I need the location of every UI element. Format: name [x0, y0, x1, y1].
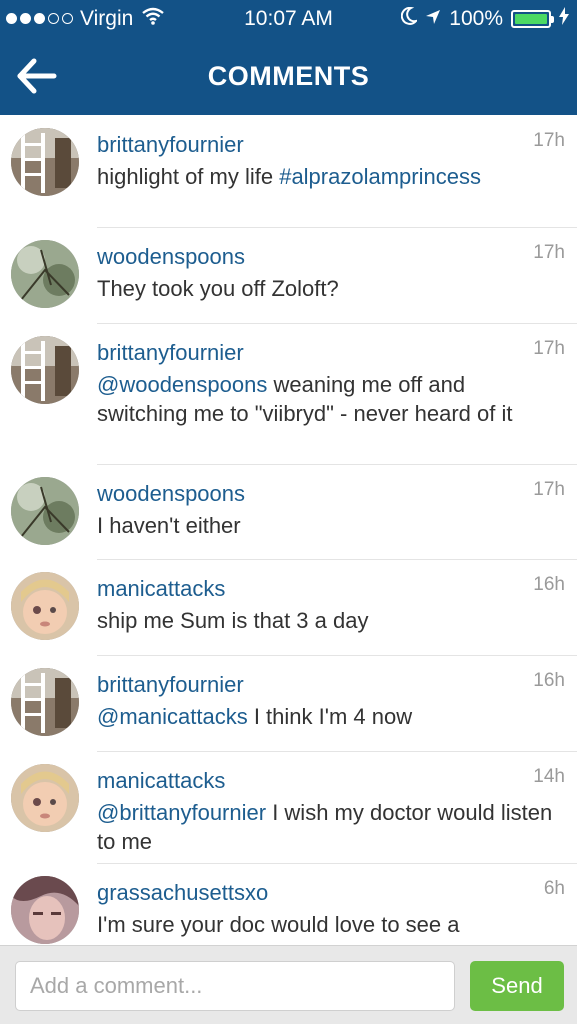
comment-text: highlight of my life #alprazolamprincess: [97, 162, 563, 191]
avatar-manicattacks[interactable]: [11, 572, 79, 640]
comment-time: 17h: [533, 130, 565, 151]
comment-username[interactable]: manicattacks: [97, 575, 563, 603]
comment-username[interactable]: grassachusettsxo: [97, 879, 563, 907]
comment-username[interactable]: woodenspoons: [97, 243, 563, 271]
comment-time: 17h: [533, 479, 565, 500]
moon-icon: [401, 0, 420, 37]
comments-list[interactable]: brittanyfournier 17h highlight of my lif…: [0, 115, 577, 945]
comment-item: woodenspoons 17h They took you off Zolof…: [0, 227, 577, 324]
comment-text: @brittanyfournier I wish my doctor would…: [97, 798, 563, 856]
comment-body: highlight of my life: [97, 164, 280, 189]
page-title: COMMENTS: [207, 61, 370, 91]
comment-username[interactable]: brittanyfournier: [97, 131, 563, 159]
comment-body: I'm sure your doc would love to see a sc…: [97, 912, 460, 945]
comment-body: ship me Sum is that 3 a day: [97, 608, 369, 633]
comment-body: I think I'm 4 now: [247, 704, 413, 729]
comment-text: I'm sure your doc would love to see a sc…: [97, 910, 563, 945]
mention-link[interactable]: @brittanyfournier: [97, 800, 266, 825]
battery-icon: [511, 9, 554, 28]
comment-time: 14h: [533, 766, 565, 787]
comment-username[interactable]: brittanyfournier: [97, 671, 563, 699]
hashtag-link[interactable]: #alprazolamprincess: [279, 164, 481, 189]
charging-bolt-icon: [559, 0, 569, 37]
comment-username[interactable]: manicattacks: [97, 767, 563, 795]
avatar-woodenspoons[interactable]: [11, 477, 79, 545]
comment-time: 16h: [533, 670, 565, 691]
comment-body: I haven't either: [97, 513, 241, 538]
comment-input[interactable]: [15, 961, 455, 1011]
comment-item: brittanyfournier 17h highlight of my lif…: [0, 115, 577, 228]
status-bar: Virgin 10:07 AM 100%: [0, 0, 577, 37]
comment-composer: Send: [0, 945, 577, 1024]
avatar-woodenspoons[interactable]: [11, 240, 79, 308]
comment-text: They took you off Zoloft?: [97, 274, 563, 303]
comment-item: manicattacks 14h @brittanyfournier I wis…: [0, 751, 577, 864]
comment-item: brittanyfournier 17h @woodenspoons weani…: [0, 323, 577, 465]
comment-item: grassachusettsxo 6h I'm sure your doc wo…: [0, 863, 577, 945]
nav-bar: COMMENTS: [0, 37, 577, 115]
location-arrow-icon: [425, 0, 441, 37]
comment-text: @manicattacks I think I'm 4 now: [97, 702, 563, 731]
avatar-brittanyfournier[interactable]: [11, 668, 79, 736]
mention-link[interactable]: @manicattacks: [97, 704, 248, 729]
avatar-grassachusettsxo[interactable]: [11, 876, 79, 944]
comment-username[interactable]: woodenspoons: [97, 480, 563, 508]
avatar-brittanyfournier[interactable]: [11, 336, 79, 404]
comment-time: 6h: [543, 878, 565, 899]
avatar-brittanyfournier[interactable]: [11, 128, 79, 196]
comment-username[interactable]: brittanyfournier: [97, 339, 563, 367]
comment-time: 17h: [533, 338, 565, 359]
comment-item: manicattacks 16h ship me Sum is that 3 a…: [0, 559, 577, 656]
comment-item: brittanyfournier 16h @manicattacks I thi…: [0, 655, 577, 752]
battery-percent: 100%: [449, 7, 503, 30]
comment-time: 17h: [533, 242, 565, 263]
comment-text: I haven't either: [97, 511, 563, 540]
send-button[interactable]: Send: [470, 961, 564, 1011]
comment-body: They took you off Zoloft?: [97, 276, 339, 301]
status-right: 100%: [401, 0, 569, 37]
comment-text: @woodenspoons weaning me off and switchi…: [97, 370, 563, 428]
comment-item: woodenspoons 17h I haven't either: [0, 464, 577, 560]
mention-link[interactable]: @woodenspoons: [97, 372, 267, 397]
comment-text: ship me Sum is that 3 a day: [97, 606, 563, 635]
comment-time: 16h: [533, 574, 565, 595]
avatar-manicattacks[interactable]: [11, 764, 79, 832]
